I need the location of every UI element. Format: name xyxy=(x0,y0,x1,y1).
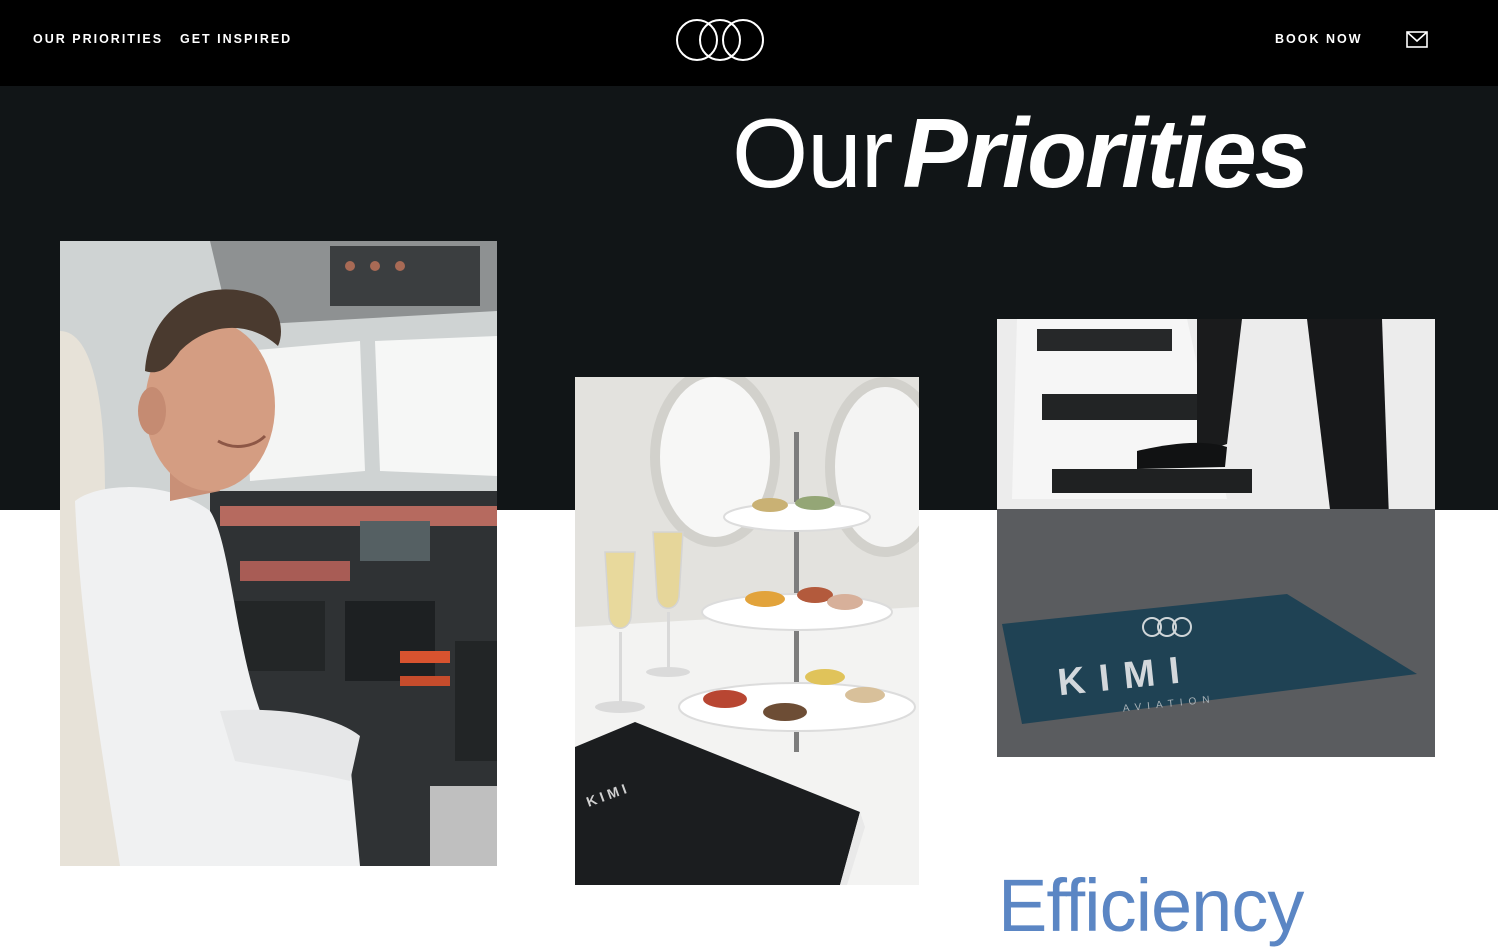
three-rings-logo-icon[interactable] xyxy=(673,16,767,64)
book-now-link[interactable]: BOOK NOW xyxy=(1275,32,1363,46)
pilot-cockpit-photo xyxy=(60,241,497,866)
afternoon-tea-photo: KIMI xyxy=(575,377,919,885)
top-navigation: OUR PRIORITIES GET INSPIRED BOOK NOW xyxy=(0,0,1498,86)
page-title-light: Our xyxy=(732,97,893,208)
aircraft-stairs-photo: KIMI AVIATION xyxy=(997,319,1435,757)
section-heading-efficiency: Efficiency xyxy=(998,864,1304,947)
page-title: Our Priorities xyxy=(732,104,1309,202)
page-title-bold: Priorities xyxy=(902,97,1309,208)
mail-icon[interactable] xyxy=(1406,31,1428,48)
nav-get-inspired[interactable]: GET INSPIRED xyxy=(180,32,292,46)
nav-our-priorities[interactable]: OUR PRIORITIES xyxy=(33,32,163,46)
